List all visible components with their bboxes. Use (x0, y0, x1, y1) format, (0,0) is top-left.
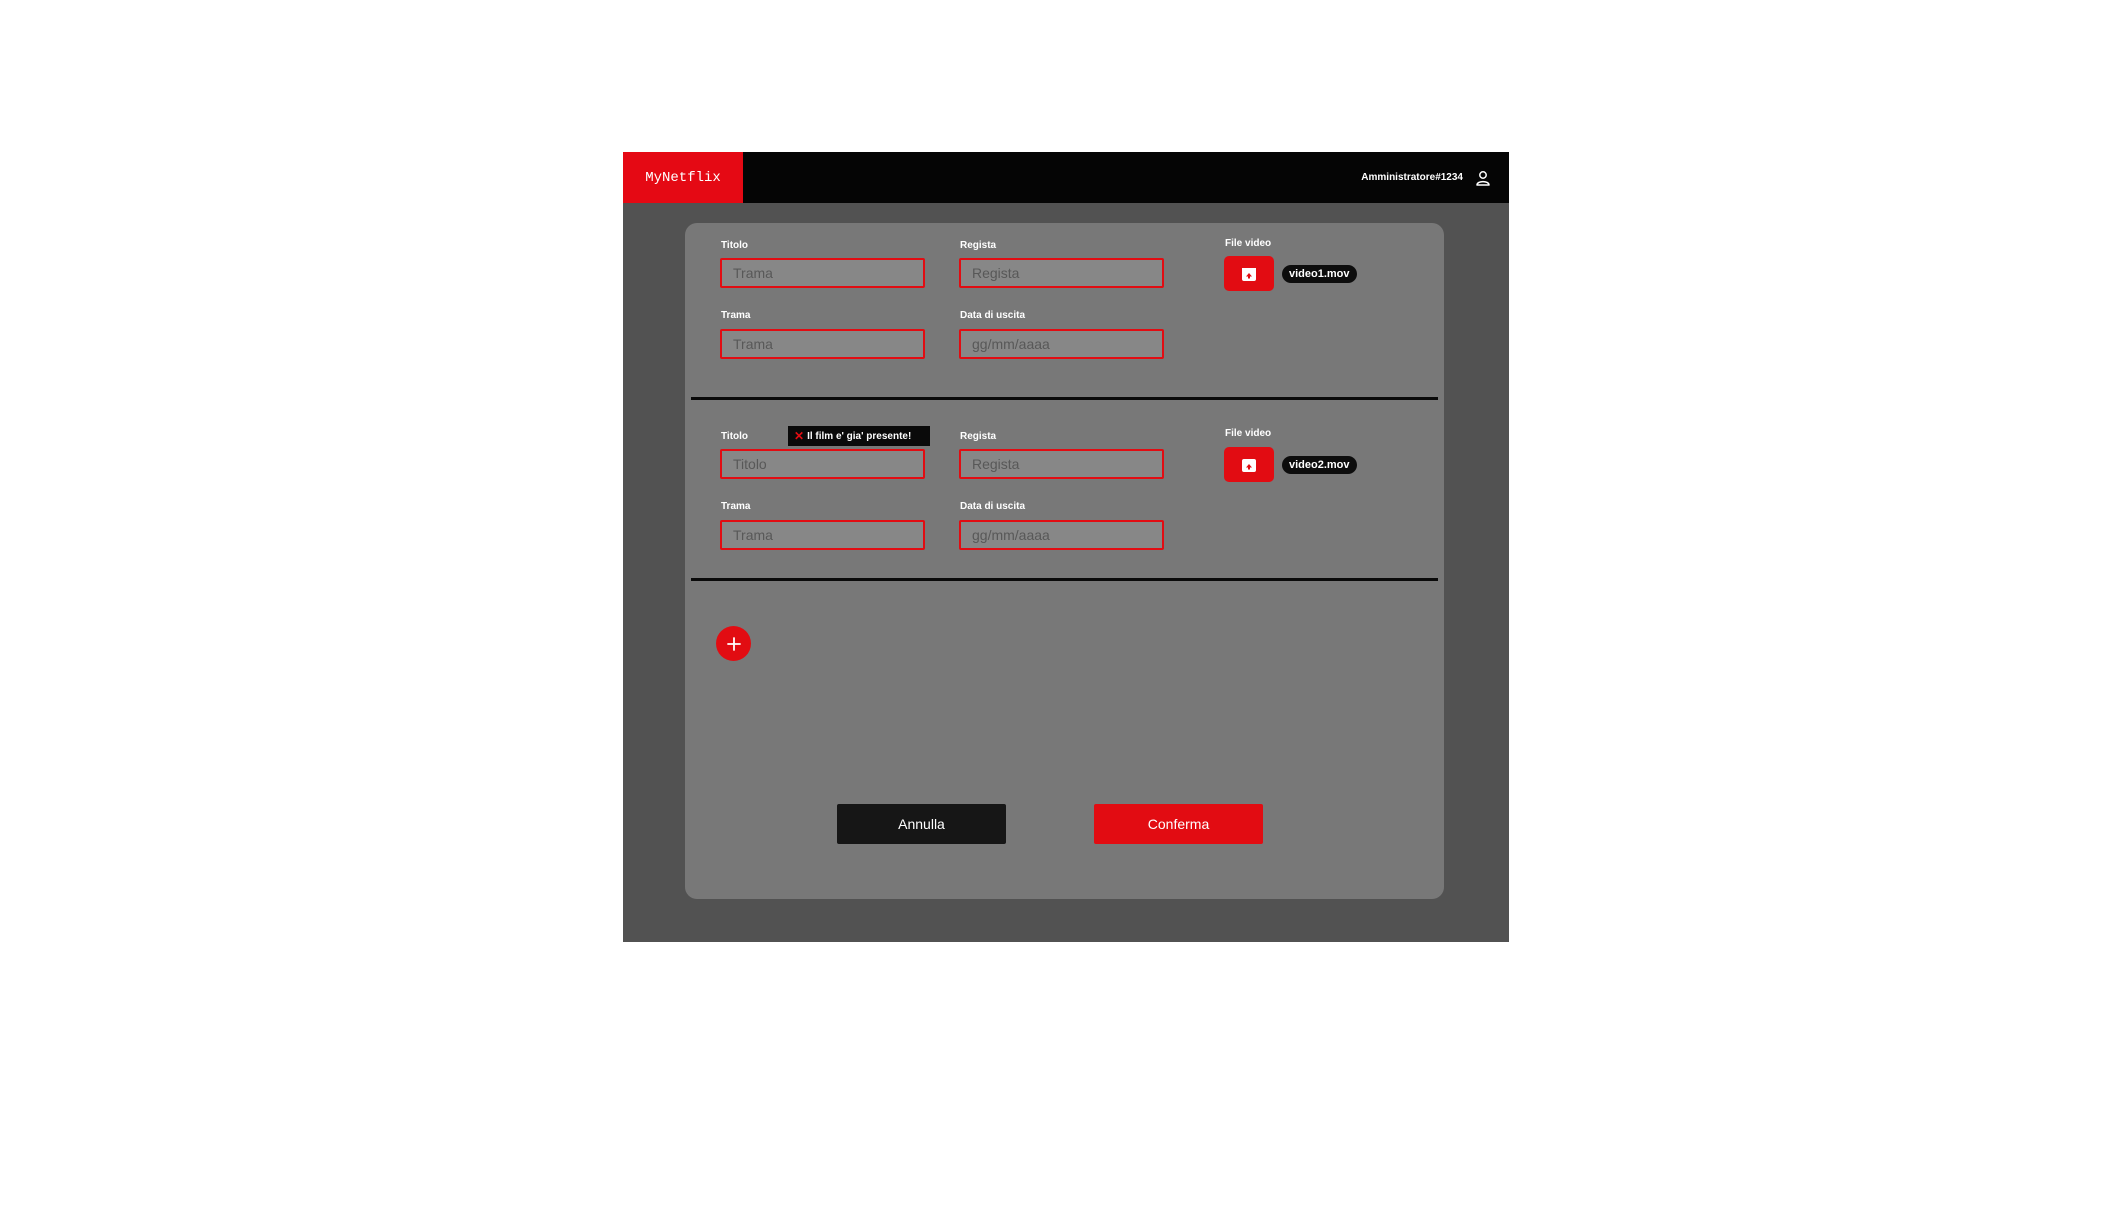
app-window: MyNetflix Amministratore#1234 Titolo Reg… (623, 152, 1509, 942)
release-date-input[interactable] (959, 520, 1164, 550)
title-input[interactable] (720, 449, 925, 479)
user-menu[interactable]: Amministratore#1234 (1361, 152, 1491, 203)
title-error-tooltip: ✕ Il film e' gia' presente! (788, 426, 930, 446)
user-icon[interactable] (1475, 170, 1491, 186)
plot-input[interactable] (720, 329, 925, 359)
cancel-button[interactable]: Annulla (837, 804, 1006, 844)
upload-box-icon (1242, 458, 1256, 472)
director-label: Regista (960, 431, 997, 442)
section-divider (691, 578, 1438, 581)
director-label: Regista (960, 240, 997, 251)
close-icon: ✕ (794, 429, 805, 443)
movie-form-panel: Titolo Regista Trama Data di uscita File… (685, 223, 1444, 899)
file-video-label: File video (1225, 428, 1272, 439)
confirm-button[interactable]: Conferma (1094, 804, 1263, 844)
upload-box-icon (1242, 267, 1256, 281)
release-date-input[interactable] (959, 329, 1164, 359)
section-divider (691, 397, 1438, 400)
title-error-message: Il film e' gia' presente! (807, 430, 912, 442)
plot-label: Trama (721, 310, 751, 321)
title-input[interactable] (720, 258, 925, 288)
user-name: Amministratore#1234 (1361, 172, 1463, 183)
plot-label: Trama (721, 501, 751, 512)
title-label: Titolo (721, 240, 749, 251)
top-navbar: MyNetflix Amministratore#1234 (623, 152, 1509, 203)
release-date-label: Data di uscita (960, 310, 1026, 321)
release-date-label: Data di uscita (960, 501, 1026, 512)
upload-video-button[interactable] (1224, 447, 1274, 482)
file-name-badge: video2.mov (1282, 456, 1357, 474)
director-input[interactable] (959, 449, 1164, 479)
logo[interactable]: MyNetflix (623, 152, 743, 203)
plot-input[interactable] (720, 520, 925, 550)
upload-video-button[interactable] (1224, 256, 1274, 291)
file-video-label: File video (1225, 238, 1272, 249)
plus-icon (726, 636, 741, 651)
director-input[interactable] (959, 258, 1164, 288)
file-name-badge: video1.mov (1282, 265, 1357, 283)
add-movie-button[interactable] (716, 626, 751, 661)
title-label: Titolo (721, 431, 749, 442)
